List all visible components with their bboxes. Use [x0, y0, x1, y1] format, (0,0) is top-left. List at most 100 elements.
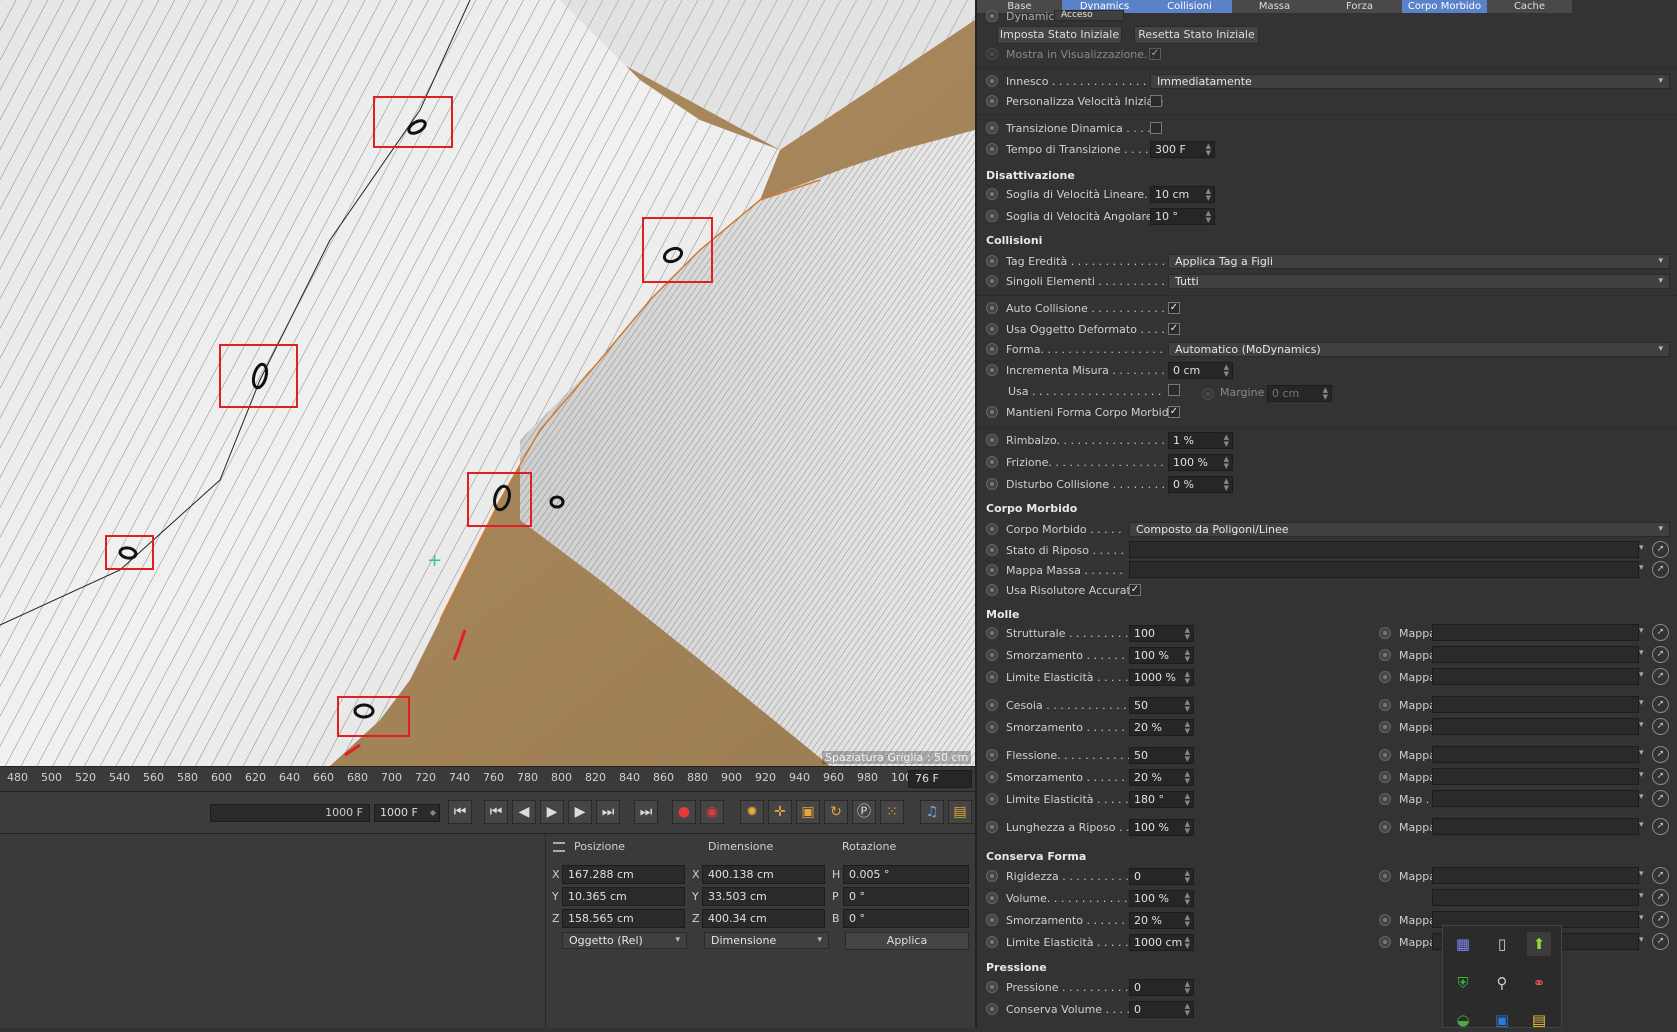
anim-radio[interactable]	[986, 627, 998, 639]
satellite-icon[interactable]: ⚲	[1490, 971, 1514, 995]
anim-radio[interactable]	[986, 870, 998, 882]
anim-radio[interactable]	[986, 771, 998, 783]
reset-initial-state-button[interactable]: Resetta Stato Iniziale	[1134, 26, 1259, 44]
pick-object-icon[interactable]: ➚	[1652, 561, 1669, 578]
pick-object-icon[interactable]: ➚	[1652, 696, 1669, 713]
teams-icon[interactable]: ▦	[1451, 932, 1475, 956]
anim-radio[interactable]	[986, 749, 998, 761]
go-to-end-icon[interactable]: ⏭	[634, 800, 658, 824]
anim-radio[interactable]	[986, 699, 998, 711]
dimension-x-field[interactable]: 400.138 cm	[702, 865, 825, 884]
anim-radio[interactable]	[986, 523, 998, 535]
anim-radio[interactable]	[986, 364, 998, 376]
bounce-field[interactable]: 1 % ▲ ▼	[1168, 432, 1233, 449]
map-link-field[interactable]	[1432, 889, 1639, 906]
param-value-field[interactable]: 180 ° ▲ ▼	[1129, 791, 1194, 808]
param-value-field[interactable]: 50 ▲ ▼	[1129, 697, 1194, 714]
dimension-z-field[interactable]: 400.34 cm	[702, 909, 825, 928]
next-frame-icon[interactable]: ▶	[568, 800, 592, 824]
outlook-icon[interactable]: ▣	[1490, 1008, 1514, 1032]
anim-radio[interactable]	[986, 936, 998, 948]
dynamic-dropdown[interactable]: Acceso	[1054, 10, 1124, 21]
rotation-p-field[interactable]: 0 °	[843, 887, 969, 906]
margin-field[interactable]: 0 cm ▲ ▼	[1267, 385, 1332, 402]
upload-arrow-icon[interactable]: ⬆	[1527, 932, 1551, 956]
rotate-key-icon[interactable]: ↻	[824, 800, 848, 824]
anim-radio[interactable]	[986, 406, 998, 418]
timeline-ruler[interactable]: 480 500 520 540 560 580 600 620 640 660 680 700 720 7…	[0, 766, 975, 791]
anim-radio[interactable]	[986, 323, 998, 335]
anim-radio[interactable]	[1379, 821, 1391, 833]
anim-radio[interactable]	[1379, 936, 1391, 948]
pick-object-icon[interactable]: ➚	[1652, 624, 1669, 641]
anim-radio[interactable]	[986, 434, 998, 446]
anim-radio[interactable]	[1379, 793, 1391, 805]
anim-radio[interactable]	[986, 275, 998, 287]
anim-radio[interactable]	[986, 478, 998, 490]
chevron-down-icon[interactable]: ▾	[1639, 670, 1644, 680]
chevron-down-icon[interactable]: ▾	[1639, 820, 1644, 830]
anim-radio[interactable]	[986, 302, 998, 314]
transition-time-field[interactable]: 300 F ▲ ▼	[1150, 141, 1215, 158]
chevron-down-icon[interactable]: ▾	[1639, 869, 1644, 879]
anim-radio[interactable]	[986, 544, 998, 556]
point-key-icon[interactable]: ⁙	[880, 800, 904, 824]
pick-object-icon[interactable]: ➚	[1652, 790, 1669, 807]
shape-dropdown[interactable]: Automatico (MoDynamics) ▾	[1168, 342, 1670, 357]
param-value-field[interactable]: 0 ▲ ▼	[1129, 979, 1194, 996]
move-key-icon[interactable]: ✛	[768, 800, 792, 824]
chevron-down-icon[interactable]: ▾	[1639, 792, 1644, 802]
chevron-down-icon[interactable]: ▾	[1639, 891, 1644, 901]
param-value-field[interactable]: 20 % ▲ ▼	[1129, 912, 1194, 929]
size-increment-field[interactable]: 0 cm ▲ ▼	[1168, 362, 1233, 379]
anim-radio[interactable]	[986, 649, 998, 661]
param-value-field[interactable]: 100 % ▲ ▼	[1129, 647, 1194, 664]
linear-velocity-field[interactable]: 10 cm ▲ ▼	[1150, 186, 1215, 203]
anim-radio[interactable]	[1202, 388, 1214, 400]
tab-collisions[interactable]: Collisioni	[1147, 0, 1232, 13]
rest-state-field[interactable]	[1129, 541, 1639, 558]
chevron-down-icon[interactable]: ▾	[1639, 720, 1644, 730]
chevron-down-icon[interactable]: ▾	[1639, 748, 1644, 758]
individual-elements-dropdown[interactable]: Tutti ▾	[1168, 274, 1670, 289]
anim-radio[interactable]	[986, 721, 998, 733]
map-link-field[interactable]	[1432, 768, 1639, 785]
anim-radio[interactable]	[986, 564, 998, 576]
keyframe-selection-icon[interactable]: ✹	[740, 800, 764, 824]
anim-radio[interactable]	[986, 584, 998, 596]
param-value-field[interactable]: 100 ▲ ▼	[1129, 625, 1194, 642]
record-icon[interactable]: ●	[672, 800, 696, 824]
pick-object-icon[interactable]: ➚	[1652, 867, 1669, 884]
tab-soft-body[interactable]: Corpo Morbido	[1402, 0, 1487, 13]
anim-radio[interactable]	[986, 892, 998, 904]
anim-radio[interactable]	[986, 48, 998, 60]
inherit-tag-dropdown[interactable]: Applica Tag a Figli ▾	[1168, 254, 1670, 269]
tab-cache[interactable]: Cache	[1487, 0, 1572, 13]
pick-object-icon[interactable]: ➚	[1652, 541, 1669, 558]
usb-icon[interactable]: ▯	[1490, 932, 1514, 956]
chevron-down-icon[interactable]: ▾	[1639, 543, 1644, 553]
custom-velocity-checkbox[interactable]	[1150, 95, 1162, 107]
viewport-render[interactable]: +	[0, 0, 975, 766]
anim-radio[interactable]	[1379, 870, 1391, 882]
anim-radio[interactable]	[986, 188, 998, 200]
anim-radio[interactable]	[1379, 649, 1391, 661]
angular-velocity-field[interactable]: 10 ° ▲ ▼	[1150, 208, 1215, 225]
anim-radio[interactable]	[1379, 699, 1391, 711]
anim-radio[interactable]	[986, 821, 998, 833]
pick-object-icon[interactable]: ➚	[1652, 911, 1669, 928]
apply-button[interactable]: Applica	[845, 932, 969, 950]
anim-radio[interactable]	[1379, 721, 1391, 733]
map-link-field[interactable]	[1432, 646, 1639, 663]
drive-icon[interactable]: ◒	[1451, 1008, 1475, 1032]
app-icon[interactable]: ⚭	[1527, 971, 1551, 995]
param-key-icon[interactable]: Ⓟ	[852, 800, 876, 824]
map-link-field[interactable]	[1432, 818, 1639, 835]
param-value-field[interactable]: 0 ▲ ▼	[1129, 868, 1194, 885]
map-link-field[interactable]	[1432, 668, 1639, 685]
param-value-field[interactable]: 20 % ▲ ▼	[1129, 719, 1194, 736]
anim-radio[interactable]	[1379, 749, 1391, 761]
anim-radio[interactable]	[1379, 671, 1391, 683]
anim-radio[interactable]	[986, 122, 998, 134]
anim-radio[interactable]	[986, 914, 998, 926]
